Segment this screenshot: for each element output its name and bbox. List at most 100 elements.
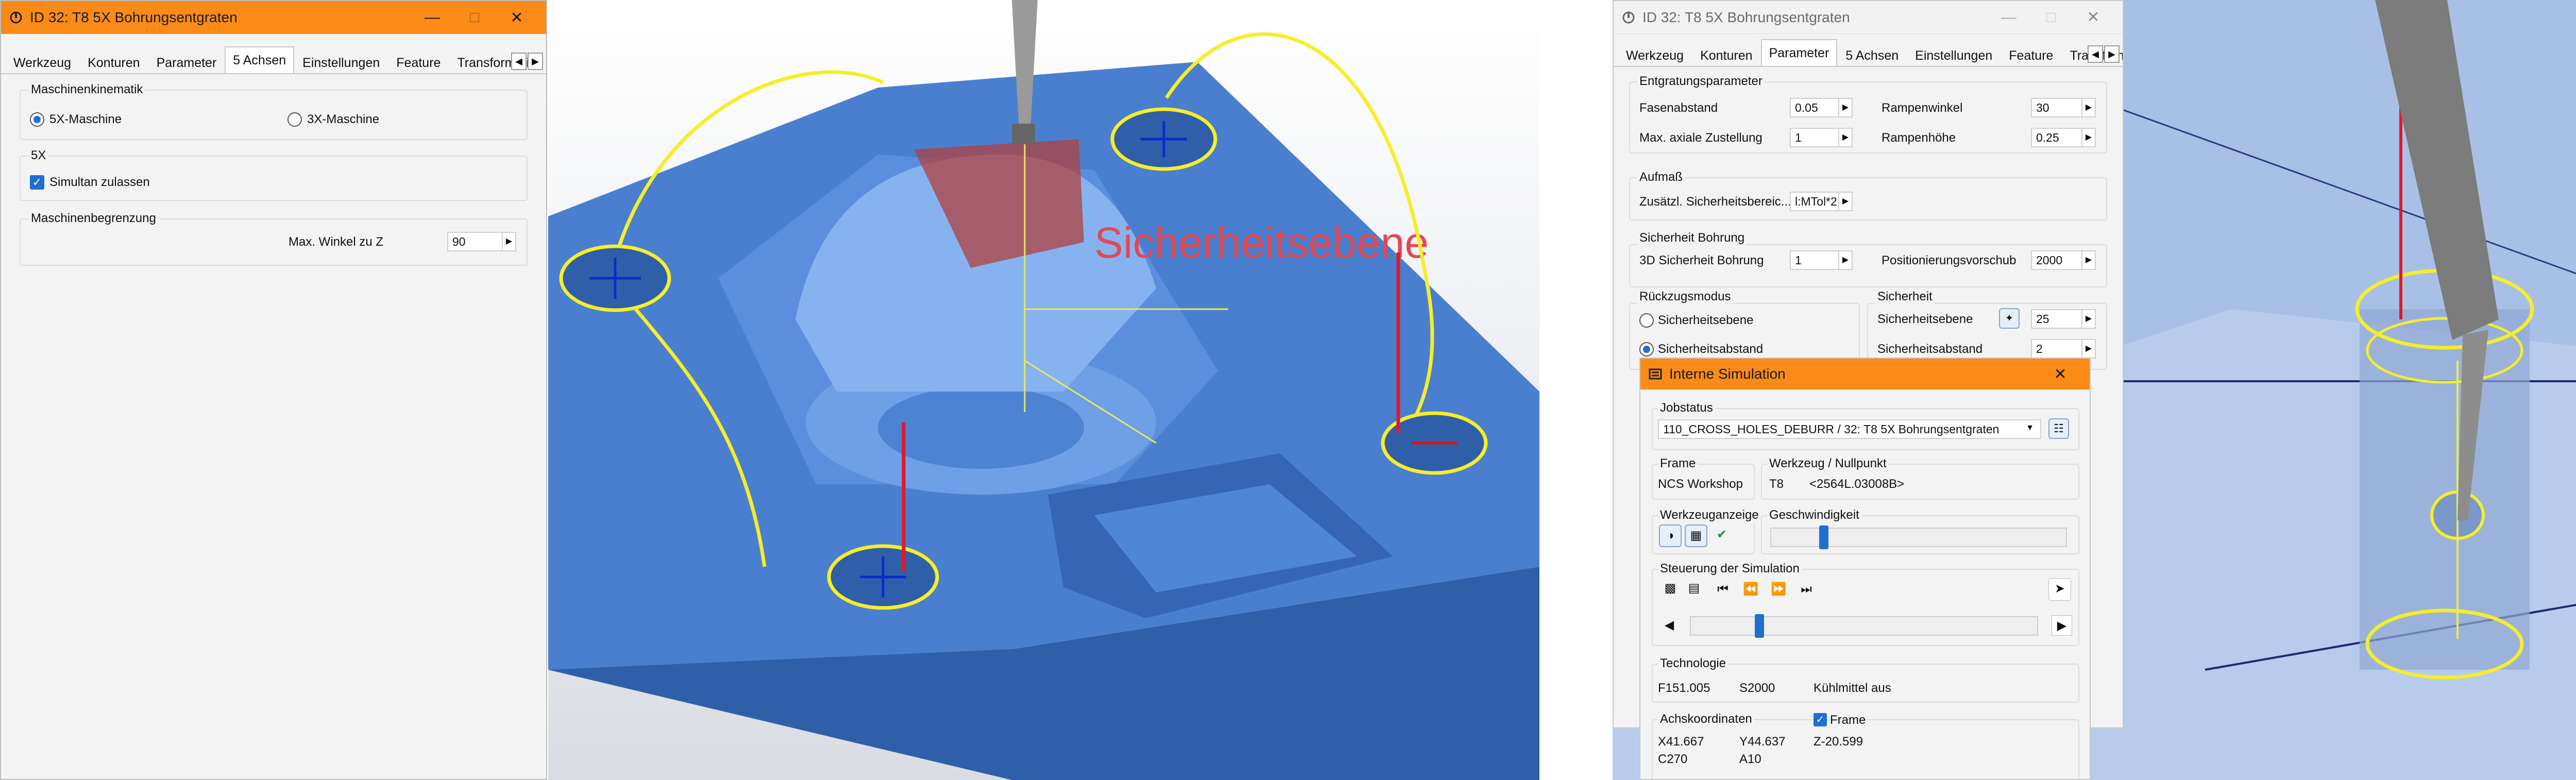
select-jobstatus[interactable]: 110_CROSS_HOLES_DEBURR / 32: T8 5X Bohru… (1658, 419, 2041, 439)
tab-feature[interactable]: Feature (388, 50, 449, 73)
input-sicherheitsabstand[interactable]: 2 (2031, 339, 2082, 359)
label-sicherheitsebene: Sicherheitsebene (1877, 312, 1973, 326)
tab-scroll-arrows: ◀ ▶ (510, 53, 543, 70)
step-back-icon[interactable]: ◀ (1659, 615, 1680, 636)
input-zusaetzl-sicherheit[interactable]: l:MTol*2 (1790, 192, 1839, 211)
value-z: Z-20.599 (1814, 735, 1863, 749)
spin-max-winkel[interactable]: ▶ (502, 232, 516, 251)
spin-rampenhoehe[interactable]: ▶ (2081, 128, 2096, 147)
layers-icon[interactable]: ▤ (1683, 578, 1705, 601)
left-3d-viewport[interactable]: Sicherheitsebene (548, 0, 1539, 780)
group-title-5x: 5X (29, 148, 48, 163)
fast-forward-icon[interactable]: ⏩ (1768, 579, 1789, 600)
close-icon[interactable]: ✕ (2072, 8, 2114, 26)
minimize-icon[interactable]: — (411, 9, 453, 26)
simulation-icon (1649, 368, 1662, 380)
progress-slider-track[interactable] (1690, 616, 2038, 636)
spin-max-axiale[interactable]: ▶ (1838, 128, 1853, 147)
tab-parameter[interactable]: Parameter (1760, 39, 1838, 66)
step-forward-icon[interactable]: ▶ (2052, 615, 2072, 636)
right-bore-body (2360, 309, 2530, 670)
record-icon[interactable]: ▩ (1659, 578, 1682, 601)
drill-hole-bottom (827, 544, 939, 610)
label-sicherheitsabstand: Sicherheitsabstand (1877, 342, 1983, 356)
spin-3d-sicherheit[interactable]: ▶ (1838, 250, 1853, 270)
progress-slider-thumb[interactable] (1755, 614, 1765, 638)
tool-display-icon[interactable]: ◑ (1659, 524, 1682, 547)
input-sicherheitsebene[interactable]: 25 (2031, 309, 2082, 329)
chevron-down-icon[interactable]: ▼ (2023, 419, 2037, 439)
input-rampenhoehe[interactable]: 0.25 (2031, 128, 2082, 147)
tab-konturen[interactable]: Konturen (1692, 43, 1760, 66)
minimize-icon[interactable]: — (1988, 9, 2030, 26)
label-max-winkel: Max. Winkel zu Z (289, 235, 384, 249)
tab-scroll-right-icon[interactable]: ▶ (528, 53, 543, 70)
tab-parameter[interactable]: Parameter (148, 50, 225, 73)
tool-tip (1012, 124, 1035, 144)
input-rampenwinkel[interactable]: 30 (2031, 98, 2082, 117)
tab-scroll-left-icon[interactable]: ◀ (2088, 45, 2103, 63)
skip-start-icon[interactable]: ⏮ (1713, 579, 1733, 600)
simulation-titlebar[interactable]: Interne Simulation ✕ (1640, 359, 2090, 389)
input-3d-sicherheit[interactable]: 1 (1790, 250, 1839, 270)
label-zusaetzl-sicherheit: Zusätzl. Sicherheitsbereic... (1639, 195, 1791, 209)
picker-icon[interactable]: ✦ (1999, 308, 2020, 329)
label-werkzeuganzeige: Werkzeuganzeige (1658, 508, 1761, 522)
spin-zusaetzl-sicherheit[interactable]: ▶ (1838, 192, 1853, 211)
rewind-icon[interactable]: ⏪ (1740, 579, 1761, 600)
label-technologie: Technologie (1658, 656, 1728, 671)
skip-end-icon[interactable]: ⏭ (1796, 579, 1817, 600)
value-feed: F151.005 (1658, 681, 1710, 695)
close-icon[interactable]: ✕ (2039, 365, 2081, 383)
tab-einstellungen[interactable]: Einstellungen (294, 50, 388, 73)
tab-scroll-left-icon[interactable]: ◀ (511, 53, 527, 70)
spin-rampenwinkel[interactable]: ▶ (2081, 98, 2096, 117)
label-geschwindigkeit: Geschwindigkeit (1767, 508, 1861, 522)
left-dialog: ID 32: T8 5X Bohrungsentgraten — □ ✕ Wer… (0, 0, 547, 780)
spin-fasenabstand[interactable]: ▶ (1838, 98, 1853, 117)
value-y: Y44.637 (1739, 735, 1786, 749)
close-icon[interactable]: ✕ (496, 9, 538, 27)
part-bowl-inner (878, 386, 1084, 469)
spin-positionierungsvorschub[interactable]: ▶ (2081, 250, 2096, 270)
tab-konturen[interactable]: Konturen (79, 50, 148, 73)
label-fasenabstand: Fasenabstand (1639, 101, 1718, 115)
value-c: C270 (1658, 752, 1688, 766)
tab-5-achsen[interactable]: 5 Achsen (1837, 43, 1907, 66)
radio-sicherheitsabstand[interactable] (1639, 342, 1654, 357)
radio-sicherheitsebene[interactable] (1639, 313, 1654, 328)
right-dialog-titlebar[interactable]: ID 32: T8 5X Bohrungsentgraten — □ ✕ (1614, 1, 2123, 34)
radio-5x-maschine[interactable] (30, 112, 44, 127)
job-settings-icon[interactable]: ☷ (2048, 418, 2069, 439)
tab-feature[interactable]: Feature (2001, 43, 2061, 66)
tab-werkzeug[interactable]: Werkzeug (1618, 43, 1692, 66)
input-max-winkel[interactable]: 90 (447, 232, 503, 251)
speed-slider-thumb[interactable] (1819, 525, 1828, 549)
checkbox-frame[interactable]: ✓ (1814, 713, 1827, 726)
spin-sicherheitsebene[interactable]: ▶ (2081, 309, 2096, 329)
speed-slider-track[interactable] (1770, 528, 2067, 547)
cursor-icon[interactable]: ➤ (2048, 578, 2071, 601)
tab-einstellungen[interactable]: Einstellungen (1907, 43, 2001, 66)
value-a: A10 (1739, 752, 1761, 766)
spin-sicherheitsabstand[interactable]: ▶ (2081, 339, 2096, 359)
maximize-icon[interactable]: □ (2030, 9, 2072, 26)
left-dialog-titlebar[interactable]: ID 32: T8 5X Bohrungsentgraten — □ ✕ (1, 1, 546, 34)
tab-5-achsen[interactable]: 5 Achsen (225, 46, 295, 73)
radio-3x-maschine[interactable] (287, 112, 302, 127)
label-rampenwinkel: Rampenwinkel (1882, 101, 1963, 115)
input-fasenabstand[interactable]: 0.05 (1790, 98, 1839, 117)
holder-display-icon[interactable]: ▦ (1685, 524, 1707, 547)
right-dialog-title: ID 32: T8 5X Bohrungsentgraten (1642, 9, 1850, 25)
group-title-rueckzugsmodus: Rückzugsmodus (1637, 290, 1733, 304)
stock-display-icon[interactable]: ✔ (1710, 524, 1733, 547)
input-positionierungsvorschub[interactable]: 2000 (2031, 250, 2082, 270)
value-frame: NCS Workshop (1658, 477, 1743, 491)
tab-werkzeug[interactable]: Werkzeug (5, 50, 79, 73)
input-max-axiale[interactable]: 1 (1790, 128, 1839, 147)
group-title-sicherheit: Sicherheit (1875, 290, 1935, 304)
value-x: X41.667 (1658, 735, 1704, 749)
tab-scroll-right-icon[interactable]: ▶ (2104, 45, 2120, 63)
checkbox-simultan[interactable]: ✓ (30, 175, 44, 190)
maximize-icon[interactable]: □ (453, 9, 496, 26)
